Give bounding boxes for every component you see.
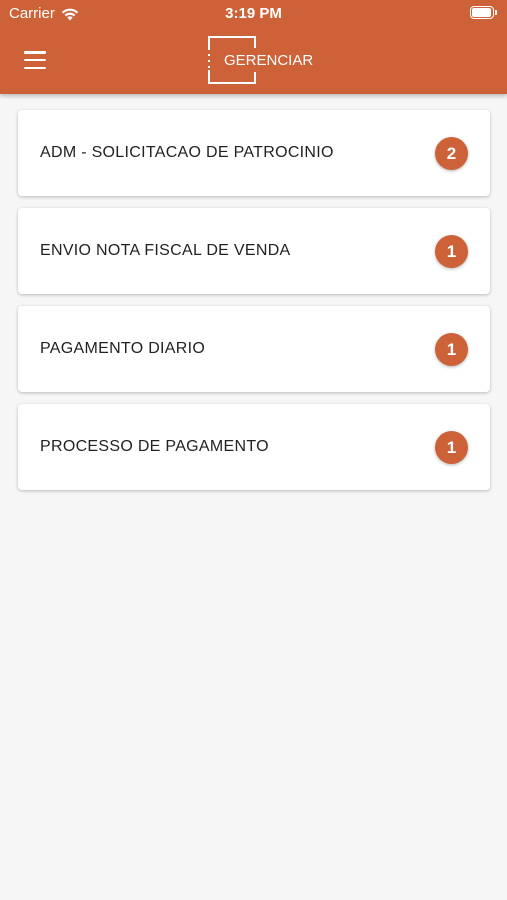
count-badge: 1	[435, 235, 468, 268]
list-item-title: ADM - SOLICITACAO DE PATROCINIO	[40, 144, 334, 161]
status-bar: Carrier 3:19 PM	[0, 0, 507, 28]
list-item[interactable]: ENVIO NOTA FISCAL DE VENDA 1	[18, 208, 490, 294]
hamburger-menu-icon[interactable]	[22, 49, 48, 71]
logo-text: GERENCIAR	[224, 52, 314, 69]
task-list: ADM - SOLICITACAO DE PATROCINIO 2 ENVIO …	[18, 110, 490, 502]
list-item-title: PAGAMENTO DIARIO	[40, 340, 206, 357]
list-item-title: ENVIO NOTA FISCAL DE VENDA	[40, 242, 291, 259]
count-badge: 2	[435, 137, 468, 170]
count-badge: 1	[435, 431, 468, 464]
list-item[interactable]: PAGAMENTO DIARIO 1	[18, 306, 490, 392]
list-item[interactable]: ADM - SOLICITACAO DE PATROCINIO 2	[18, 110, 490, 196]
app-logo: GERENCIAR	[208, 36, 313, 84]
clock: 3:19 PM	[225, 5, 282, 22]
count-badge: 1	[435, 333, 468, 366]
battery-icon	[470, 6, 497, 20]
list-item-title: PROCESSO DE PAGAMENTO	[40, 438, 269, 455]
app-header: Carrier 3:19 PM GERENCIAR	[0, 0, 507, 94]
list-item[interactable]: PROCESSO DE PAGAMENTO 1	[18, 404, 490, 490]
